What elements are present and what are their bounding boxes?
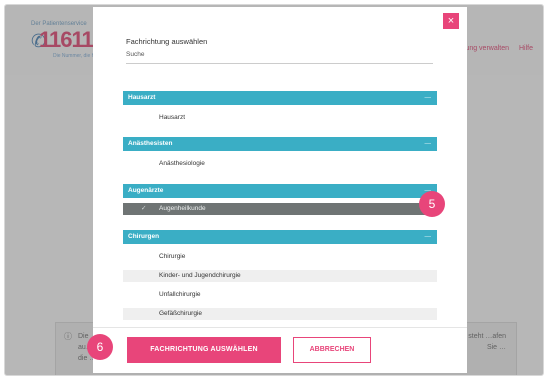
abbrechen-button[interactable]: ABBRECHEN (293, 337, 371, 363)
list-item[interactable]: Hausarzt (123, 112, 437, 124)
step-marker-5: 5 (419, 191, 445, 217)
category-label: Anästhesisten (128, 140, 173, 147)
item-label: Hausarzt (159, 114, 186, 121)
list-item[interactable]: Unfallchirurgie (123, 289, 437, 301)
check-icon: ✓ (141, 205, 147, 212)
item-label: Augenheilkunde (159, 205, 206, 212)
item-label: Gefäßchirurgie (159, 310, 202, 317)
list-item[interactable]: Kinder- und Jugendchirurgie (123, 270, 437, 282)
step-marker-6: 6 (87, 334, 113, 360)
list-item[interactable]: Gefäßchirurgie (123, 308, 437, 320)
screenshot-frame: Der Patientenservice ✆ 116117 Die Nummer… (4, 4, 544, 376)
category-augenaerzte[interactable]: Augenärzte — (123, 184, 437, 198)
collapse-icon[interactable]: — (425, 230, 432, 244)
item-label: Unfallchirurgie (159, 291, 201, 298)
category-label: Chirurgen (128, 233, 160, 240)
modal-title: Fachrichtung auswählen (126, 37, 208, 46)
category-anaesthesisten[interactable]: Anästhesisten — (123, 137, 437, 151)
item-label: Kinder- und Jugendchirurgie (159, 272, 241, 279)
close-icon[interactable]: × (443, 13, 459, 29)
footer-divider (93, 327, 467, 328)
category-label: Augenärzte (128, 187, 164, 194)
item-label: Anästhesiologie (159, 160, 205, 167)
collapse-icon[interactable]: — (425, 137, 432, 151)
category-label: Hausarzt (128, 94, 156, 101)
search-input[interactable]: Suche (126, 51, 433, 64)
category-chirurgen[interactable]: Chirurgen — (123, 230, 437, 244)
category-hausarzt[interactable]: Hausarzt — (123, 91, 437, 105)
list-item-selected[interactable]: ✓ Augenheilkunde (123, 203, 437, 215)
item-label: Chirurgie (159, 253, 186, 260)
list-item[interactable]: Anästhesiologie (123, 158, 437, 170)
fachrichtung-auswaehlen-button[interactable]: FACHRICHTUNG AUSWÄHLEN (127, 337, 281, 363)
fachrichtung-modal: × Fachrichtung auswählen Suche Hausarzt … (93, 7, 467, 373)
collapse-icon[interactable]: — (425, 91, 432, 105)
list-item[interactable]: Chirurgie (123, 251, 437, 263)
